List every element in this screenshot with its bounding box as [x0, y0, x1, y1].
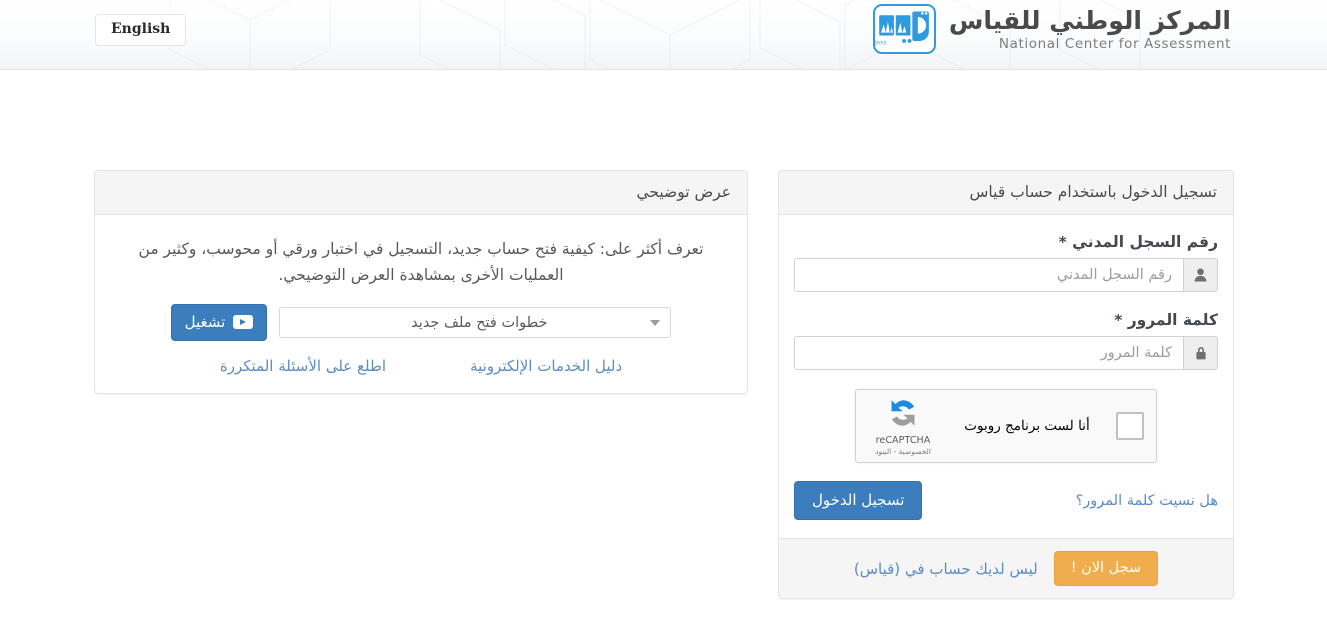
qiyas-logo-caption: QIYAS	[875, 41, 887, 47]
password-input-group	[794, 336, 1218, 370]
youtube-play-icon	[233, 315, 254, 330]
login-actions-row: هل نسيت كلمة المرور؟ تسجيل الدخول	[794, 481, 1218, 520]
play-video-button-label: تشغيل	[184, 313, 226, 332]
user-icon	[1184, 258, 1218, 292]
login-panel-footer: سجل الان ! ليس لديك حساب في (قياس)	[779, 538, 1233, 598]
recaptcha-legal-links[interactable]: الخصوصية - البنود	[868, 447, 938, 456]
recaptcha-widget[interactable]: أنا لست برنامج روبوت reCAPTCHA الخصوصية …	[855, 389, 1157, 463]
register-now-button[interactable]: سجل الان !	[1053, 551, 1159, 586]
lock-icon	[1184, 336, 1218, 370]
login-panel-title: تسجيل الدخول باستخدام حساب قياس	[779, 171, 1233, 215]
link-electronic-services-guide[interactable]: دليل الخدمات الإلكترونية	[470, 357, 622, 375]
recaptcha-logo-icon	[891, 400, 915, 426]
language-switch-button[interactable]: English	[95, 14, 187, 46]
play-video-button[interactable]: تشغيل	[170, 304, 268, 342]
page-body: عرض توضيحي تعرف أكثر على: كيفية فتح حساب…	[0, 70, 1327, 599]
password-label: كلمة المرور *	[794, 311, 1218, 329]
demo-panel-title: عرض توضيحي	[95, 171, 747, 215]
qiyas-logo-icon: QIYAS	[872, 4, 936, 54]
demo-panel: عرض توضيحي تعرف أكثر على: كيفية فتح حساب…	[94, 170, 748, 395]
brand: المركز الوطني للقياس National Center for…	[872, 4, 1231, 54]
video-topic-select[interactable]: خطوات فتح ملف جديد	[279, 307, 672, 339]
recaptcha-brand-name: reCAPTCHA	[875, 435, 931, 446]
brand-text: المركز الوطني للقياس National Center for…	[949, 6, 1231, 52]
brand-name-english: National Center for Assessment	[998, 36, 1231, 53]
recaptcha-branding: reCAPTCHA الخصوصية - البنود	[868, 396, 938, 456]
login-form: رقم السجل المدني * كلمة المرور *	[779, 215, 1233, 538]
chevron-down-icon	[650, 319, 661, 326]
demo-links: دليل الخدمات الإلكترونية اطلع على الأسئل…	[111, 357, 731, 377]
civil-id-required-mark: *	[1058, 233, 1067, 251]
recaptcha-label: أنا لست برنامج روبوت	[964, 418, 1090, 434]
video-topic-select-value: خطوات فتح ملف جديد	[411, 314, 548, 331]
recaptcha-container: أنا لست برنامج روبوت reCAPTCHA الخصوصية …	[794, 389, 1218, 463]
demo-panel-body: تعرف أكثر على: كيفية فتح حساب جديد، التس…	[95, 215, 747, 393]
no-account-text: ليس لديك حساب في (قياس)	[853, 559, 1038, 578]
password-input[interactable]	[794, 336, 1184, 370]
recaptcha-checkbox[interactable]	[1116, 412, 1144, 440]
forgot-password-link[interactable]: هل نسيت كلمة المرور؟	[1076, 493, 1218, 509]
link-faq[interactable]: اطلع على الأسئلة المتكررة	[220, 357, 386, 375]
login-submit-button[interactable]: تسجيل الدخول	[794, 481, 923, 520]
civil-id-input[interactable]	[794, 258, 1184, 292]
civil-id-input-group	[794, 258, 1218, 292]
demo-controls-row: خطوات فتح ملف جديد تشغيل	[111, 304, 731, 342]
civil-id-label-text: رقم السجل المدني	[1072, 233, 1218, 251]
civil-id-label: رقم السجل المدني *	[794, 233, 1218, 251]
demo-description: تعرف أكثر على: كيفية فتح حساب جديد، التس…	[138, 240, 704, 284]
site-header: English المركز الوطني للقياس National Ce…	[0, 0, 1327, 70]
brand-name-arabic: المركز الوطني للقياس	[948, 6, 1231, 36]
password-label-text: كلمة المرور	[1127, 311, 1218, 329]
password-required-mark: *	[1114, 311, 1123, 329]
login-panel: تسجيل الدخول باستخدام حساب قياس رقم السج…	[778, 170, 1234, 599]
